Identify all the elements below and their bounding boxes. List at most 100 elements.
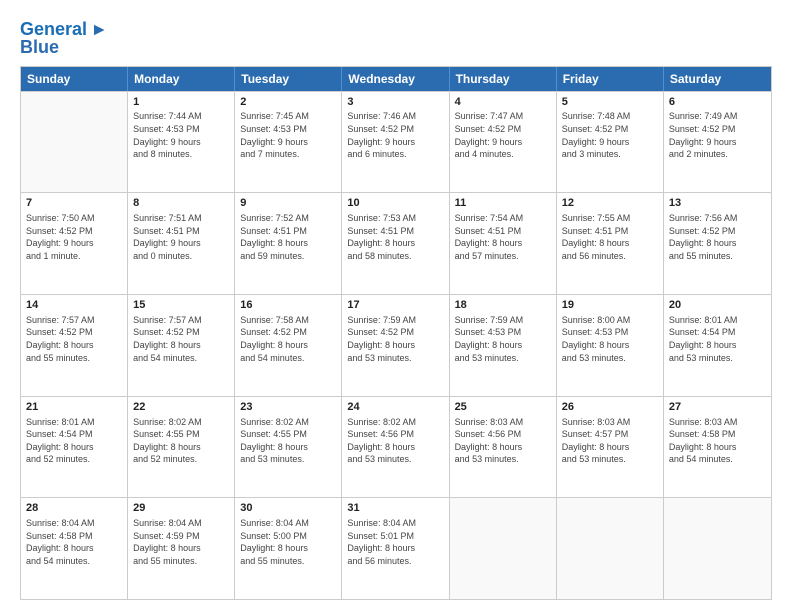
cell-day-number: 19 [562, 298, 658, 313]
calendar-cell [664, 498, 771, 599]
calendar-cell [557, 498, 664, 599]
calendar-week-4: 21Sunrise: 8:01 AM Sunset: 4:54 PM Dayli… [21, 396, 771, 498]
cell-info: Sunrise: 8:04 AM Sunset: 5:00 PM Dayligh… [240, 517, 336, 567]
header-day-sunday: Sunday [21, 67, 128, 91]
calendar-cell: 27Sunrise: 8:03 AM Sunset: 4:58 PM Dayli… [664, 397, 771, 498]
cell-day-number: 30 [240, 501, 336, 516]
cell-info: Sunrise: 7:51 AM Sunset: 4:51 PM Dayligh… [133, 212, 229, 262]
cell-day-number: 29 [133, 501, 229, 516]
calendar-cell: 26Sunrise: 8:03 AM Sunset: 4:57 PM Dayli… [557, 397, 664, 498]
cell-day-number: 21 [26, 400, 122, 415]
calendar-week-3: 14Sunrise: 7:57 AM Sunset: 4:52 PM Dayli… [21, 294, 771, 396]
cell-info: Sunrise: 8:00 AM Sunset: 4:53 PM Dayligh… [562, 314, 658, 364]
calendar-cell: 1Sunrise: 7:44 AM Sunset: 4:53 PM Daylig… [128, 92, 235, 193]
calendar-cell: 22Sunrise: 8:02 AM Sunset: 4:55 PM Dayli… [128, 397, 235, 498]
calendar: SundayMondayTuesdayWednesdayThursdayFrid… [20, 66, 772, 600]
header-day-friday: Friday [557, 67, 664, 91]
cell-day-number: 23 [240, 400, 336, 415]
cell-day-number: 13 [669, 196, 766, 211]
calendar-week-1: 1Sunrise: 7:44 AM Sunset: 4:53 PM Daylig… [21, 91, 771, 193]
cell-info: Sunrise: 7:54 AM Sunset: 4:51 PM Dayligh… [455, 212, 551, 262]
calendar-cell: 25Sunrise: 8:03 AM Sunset: 4:56 PM Dayli… [450, 397, 557, 498]
cell-day-number: 12 [562, 196, 658, 211]
cell-info: Sunrise: 8:02 AM Sunset: 4:55 PM Dayligh… [240, 416, 336, 466]
calendar-cell: 8Sunrise: 7:51 AM Sunset: 4:51 PM Daylig… [128, 193, 235, 294]
cell-info: Sunrise: 7:45 AM Sunset: 4:53 PM Dayligh… [240, 110, 336, 160]
calendar-cell [450, 498, 557, 599]
cell-info: Sunrise: 8:01 AM Sunset: 4:54 PM Dayligh… [669, 314, 766, 364]
header-day-thursday: Thursday [450, 67, 557, 91]
cell-info: Sunrise: 8:02 AM Sunset: 4:56 PM Dayligh… [347, 416, 443, 466]
cell-day-number: 14 [26, 298, 122, 313]
cell-day-number: 22 [133, 400, 229, 415]
calendar-cell: 5Sunrise: 7:48 AM Sunset: 4:52 PM Daylig… [557, 92, 664, 193]
cell-day-number: 5 [562, 95, 658, 110]
calendar-cell: 7Sunrise: 7:50 AM Sunset: 4:52 PM Daylig… [21, 193, 128, 294]
calendar-cell: 3Sunrise: 7:46 AM Sunset: 4:52 PM Daylig… [342, 92, 449, 193]
cell-info: Sunrise: 7:58 AM Sunset: 4:52 PM Dayligh… [240, 314, 336, 364]
cell-info: Sunrise: 7:57 AM Sunset: 4:52 PM Dayligh… [26, 314, 122, 364]
cell-day-number: 25 [455, 400, 551, 415]
cell-info: Sunrise: 7:49 AM Sunset: 4:52 PM Dayligh… [669, 110, 766, 160]
calendar-cell: 2Sunrise: 7:45 AM Sunset: 4:53 PM Daylig… [235, 92, 342, 193]
cell-info: Sunrise: 8:03 AM Sunset: 4:56 PM Dayligh… [455, 416, 551, 466]
cell-day-number: 4 [455, 95, 551, 110]
calendar-body: 1Sunrise: 7:44 AM Sunset: 4:53 PM Daylig… [21, 91, 771, 599]
cell-info: Sunrise: 8:01 AM Sunset: 4:54 PM Dayligh… [26, 416, 122, 466]
cell-info: Sunrise: 8:04 AM Sunset: 4:58 PM Dayligh… [26, 517, 122, 567]
cell-info: Sunrise: 8:04 AM Sunset: 4:59 PM Dayligh… [133, 517, 229, 567]
cell-day-number: 16 [240, 298, 336, 313]
calendar-cell: 14Sunrise: 7:57 AM Sunset: 4:52 PM Dayli… [21, 295, 128, 396]
header-day-saturday: Saturday [664, 67, 771, 91]
cell-info: Sunrise: 7:48 AM Sunset: 4:52 PM Dayligh… [562, 110, 658, 160]
cell-day-number: 17 [347, 298, 443, 313]
calendar-week-5: 28Sunrise: 8:04 AM Sunset: 4:58 PM Dayli… [21, 497, 771, 599]
cell-day-number: 24 [347, 400, 443, 415]
calendar-cell: 12Sunrise: 7:55 AM Sunset: 4:51 PM Dayli… [557, 193, 664, 294]
calendar-cell: 18Sunrise: 7:59 AM Sunset: 4:53 PM Dayli… [450, 295, 557, 396]
calendar-cell [21, 92, 128, 193]
cell-day-number: 28 [26, 501, 122, 516]
cell-info: Sunrise: 8:03 AM Sunset: 4:57 PM Dayligh… [562, 416, 658, 466]
cell-day-number: 3 [347, 95, 443, 110]
cell-info: Sunrise: 7:44 AM Sunset: 4:53 PM Dayligh… [133, 110, 229, 160]
logo-blue-text: Blue [20, 38, 59, 58]
calendar-cell: 28Sunrise: 8:04 AM Sunset: 4:58 PM Dayli… [21, 498, 128, 599]
cell-day-number: 1 [133, 95, 229, 110]
calendar-header: SundayMondayTuesdayWednesdayThursdayFrid… [21, 67, 771, 91]
calendar-cell: 24Sunrise: 8:02 AM Sunset: 4:56 PM Dayli… [342, 397, 449, 498]
cell-info: Sunrise: 7:47 AM Sunset: 4:52 PM Dayligh… [455, 110, 551, 160]
page: General Blue SundayMondayTuesdayWednesda… [0, 0, 792, 612]
header: General Blue [20, 16, 772, 58]
calendar-cell: 10Sunrise: 7:53 AM Sunset: 4:51 PM Dayli… [342, 193, 449, 294]
calendar-cell: 30Sunrise: 8:04 AM Sunset: 5:00 PM Dayli… [235, 498, 342, 599]
cell-info: Sunrise: 8:03 AM Sunset: 4:58 PM Dayligh… [669, 416, 766, 466]
cell-info: Sunrise: 7:53 AM Sunset: 4:51 PM Dayligh… [347, 212, 443, 262]
cell-day-number: 31 [347, 501, 443, 516]
cell-day-number: 15 [133, 298, 229, 313]
calendar-cell: 13Sunrise: 7:56 AM Sunset: 4:52 PM Dayli… [664, 193, 771, 294]
calendar-cell: 6Sunrise: 7:49 AM Sunset: 4:52 PM Daylig… [664, 92, 771, 193]
calendar-cell: 16Sunrise: 7:58 AM Sunset: 4:52 PM Dayli… [235, 295, 342, 396]
cell-info: Sunrise: 7:57 AM Sunset: 4:52 PM Dayligh… [133, 314, 229, 364]
calendar-cell: 20Sunrise: 8:01 AM Sunset: 4:54 PM Dayli… [664, 295, 771, 396]
cell-info: Sunrise: 7:59 AM Sunset: 4:53 PM Dayligh… [455, 314, 551, 364]
logo: General Blue [20, 20, 106, 58]
cell-day-number: 18 [455, 298, 551, 313]
cell-info: Sunrise: 7:52 AM Sunset: 4:51 PM Dayligh… [240, 212, 336, 262]
calendar-cell: 29Sunrise: 8:04 AM Sunset: 4:59 PM Dayli… [128, 498, 235, 599]
calendar-cell: 19Sunrise: 8:00 AM Sunset: 4:53 PM Dayli… [557, 295, 664, 396]
calendar-cell: 23Sunrise: 8:02 AM Sunset: 4:55 PM Dayli… [235, 397, 342, 498]
cell-day-number: 8 [133, 196, 229, 211]
calendar-cell: 15Sunrise: 7:57 AM Sunset: 4:52 PM Dayli… [128, 295, 235, 396]
cell-info: Sunrise: 7:46 AM Sunset: 4:52 PM Dayligh… [347, 110, 443, 160]
cell-day-number: 27 [669, 400, 766, 415]
calendar-cell: 11Sunrise: 7:54 AM Sunset: 4:51 PM Dayli… [450, 193, 557, 294]
cell-info: Sunrise: 7:56 AM Sunset: 4:52 PM Dayligh… [669, 212, 766, 262]
cell-info: Sunrise: 8:04 AM Sunset: 5:01 PM Dayligh… [347, 517, 443, 567]
header-day-wednesday: Wednesday [342, 67, 449, 91]
cell-info: Sunrise: 7:55 AM Sunset: 4:51 PM Dayligh… [562, 212, 658, 262]
cell-day-number: 26 [562, 400, 658, 415]
header-day-tuesday: Tuesday [235, 67, 342, 91]
cell-day-number: 11 [455, 196, 551, 211]
